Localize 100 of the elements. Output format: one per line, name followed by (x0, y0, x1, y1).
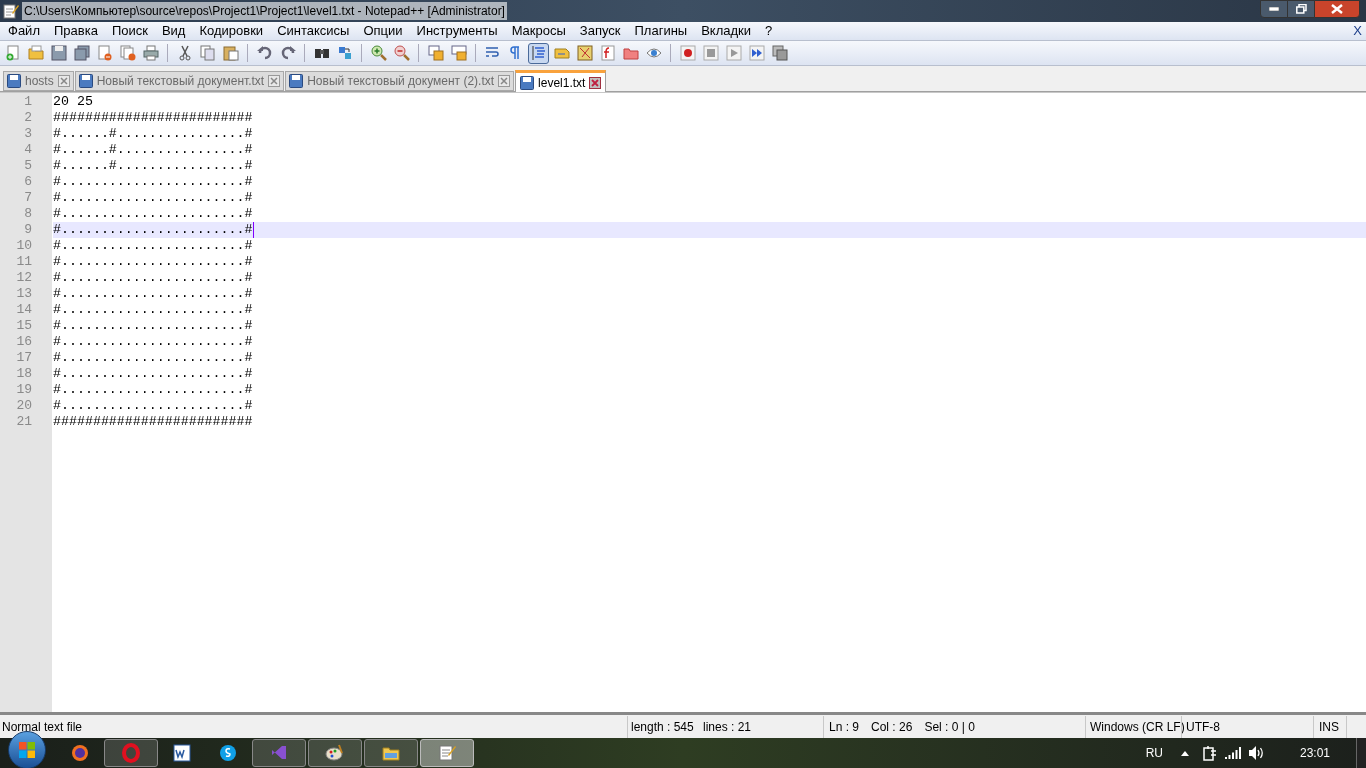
toolbar-button[interactable] (677, 42, 698, 64)
tab-label: level1.txt (538, 74, 586, 92)
line-number: 21 (15, 414, 33, 430)
line-number: 11 (15, 254, 33, 270)
sync-horizontal-icon (450, 45, 467, 61)
code-line: #.......................# (53, 222, 253, 238)
taskbar-button[interactable] (308, 739, 362, 767)
encoding-label: UTF-8 (1186, 719, 1220, 736)
menu-item[interactable]: Плагины (627, 21, 695, 41)
clock[interactable]: 23:01 (1299, 744, 1330, 762)
undo-icon (256, 45, 273, 61)
menu-item[interactable]: Макросы (504, 21, 573, 41)
tab[interactable]: level1.txt (515, 70, 607, 92)
code-line: #......#................# (53, 142, 253, 158)
line-number: 6 (23, 174, 33, 190)
line-number: 1 (23, 94, 33, 110)
code-line: #.......................# (53, 270, 253, 286)
copy-icon (199, 45, 216, 61)
stop-icon (702, 45, 719, 61)
code-line: #......#................# (53, 126, 253, 142)
code-line: #.......................# (53, 286, 253, 302)
code-line: #......#................# (53, 158, 253, 174)
tab-label: Новый текстовый документ.txt (96, 73, 265, 90)
code-line: #.......................# (53, 238, 253, 254)
menu-item[interactable]: Запуск (572, 21, 628, 41)
chat-bubble-icon (218, 743, 238, 763)
line-number: 13 (15, 286, 33, 302)
toolbar-button[interactable] (746, 42, 767, 64)
line-number: 15 (15, 318, 33, 334)
word-document-icon (172, 743, 192, 763)
start-button[interactable] (8, 731, 46, 768)
scissors-icon (176, 45, 193, 61)
close-button[interactable] (1314, 0, 1360, 18)
close-icon (591, 78, 600, 87)
map-icon (576, 45, 593, 61)
tab-close-button[interactable] (268, 75, 281, 87)
eye-icon (645, 45, 662, 61)
notepad-icon (3, 3, 19, 19)
floppy-disks-icon (73, 45, 90, 61)
tab[interactable]: hosts (3, 71, 74, 91)
menu-item[interactable]: ? (758, 21, 780, 41)
menu-item[interactable]: Инструменты (409, 21, 505, 41)
new-file-icon (4, 45, 21, 61)
signal-bars-icon[interactable] (1224, 747, 1241, 759)
paste-icon (222, 45, 239, 61)
close-icon (500, 77, 509, 85)
zoom-out-icon (393, 45, 410, 61)
code-line: ######################### (53, 110, 253, 126)
restore-icon (1295, 4, 1307, 14)
line-number: 18 (15, 366, 33, 382)
language-indicator[interactable]: RU (1145, 744, 1163, 762)
length-label: length : 545 (631, 719, 694, 736)
power-plug-icon[interactable] (1202, 745, 1217, 761)
menu-item[interactable]: Вкладки (694, 21, 759, 41)
tab-close-button[interactable] (57, 75, 70, 87)
line-number: 20 (15, 398, 33, 414)
code-line: #.......................# (53, 382, 253, 398)
tab-label: hosts (25, 73, 54, 90)
line-number: 3 (23, 126, 33, 142)
note-icon (553, 45, 570, 61)
save-macro-icon (771, 45, 788, 61)
restore-button[interactable] (1288, 0, 1314, 18)
minimize-button[interactable] (1260, 0, 1288, 18)
printer-icon (142, 45, 159, 61)
indent-guide-icon (530, 45, 547, 61)
show-desktop-button[interactable] (1356, 738, 1366, 768)
tab[interactable]: Новый текстовый документ (2).txt (285, 71, 515, 91)
menu-item[interactable]: Правка (46, 21, 105, 41)
tab-close-button[interactable] (589, 76, 602, 89)
menu-item[interactable]: Опции (356, 21, 410, 41)
code-line: #.......................# (53, 366, 253, 382)
close-file-icon (96, 45, 113, 61)
line-number: 19 (15, 382, 33, 398)
code-line: #.......................# (53, 254, 253, 270)
code-line: #.......................# (53, 398, 253, 414)
folder-icon (622, 45, 639, 61)
sync-vertical-icon (427, 45, 444, 61)
speaker-icon[interactable] (1248, 746, 1265, 760)
menu-item[interactable]: Поиск (104, 21, 155, 41)
tab-label: Новый текстовый документ (2).txt (307, 73, 495, 90)
tab[interactable]: Новый текстовый документ.txt (74, 71, 285, 91)
menu-item[interactable]: Кодировки (192, 21, 271, 41)
line-number: 7 (23, 190, 33, 206)
find-replace-icon (336, 45, 353, 61)
line-number: 16 (15, 334, 33, 350)
show-hidden-icons-icon[interactable] (1180, 750, 1189, 756)
line-number: 8 (23, 206, 33, 222)
close-document-button[interactable]: X (1353, 21, 1362, 41)
close-icon (270, 77, 279, 85)
code-line: #.......................# (53, 206, 253, 222)
code-line: #.......................# (53, 190, 253, 206)
toolbar-button[interactable] (528, 42, 549, 64)
menu-item[interactable]: Файл (1, 21, 47, 41)
menu-item[interactable]: Синтаксисы (270, 21, 357, 41)
line-number: 4 (23, 142, 33, 158)
menu-item[interactable]: Вид (154, 21, 193, 41)
lines-label: lines : 21 (703, 719, 752, 736)
toolbar-button[interactable] (574, 42, 595, 64)
folder-icon (27, 45, 44, 61)
tab-close-button[interactable] (498, 75, 511, 87)
